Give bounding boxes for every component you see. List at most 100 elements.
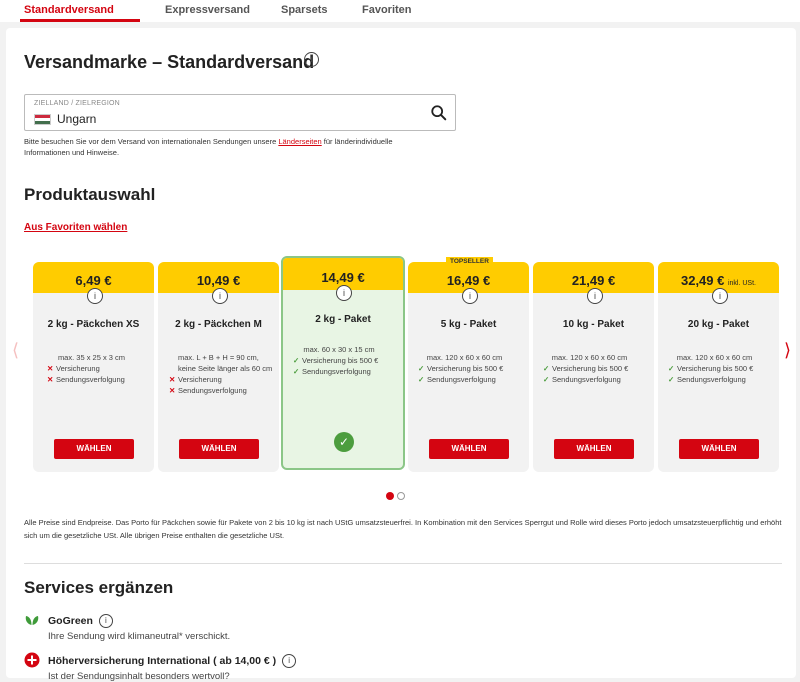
check-icon: ✓ <box>543 375 550 384</box>
product-name: 2 kg - Päckchen XS <box>47 319 140 330</box>
info-icon[interactable]: i <box>212 288 228 304</box>
product-dims: max. 35 x 25 x 3 cm <box>57 353 126 362</box>
select-button[interactable]: WÄHLEN <box>554 439 634 459</box>
check-icon: ✓ <box>293 356 300 365</box>
hungary-flag-icon <box>34 114 51 125</box>
destination-hint: Bitte besuchen Sie vor dem Versand von i… <box>24 136 424 158</box>
service-title: GoGreen i <box>48 614 113 628</box>
product-name: 5 kg - Paket <box>440 319 497 330</box>
product-features: max. 60 x 30 x 15 cm ✓ Versicherung bis 5… <box>293 344 397 377</box>
info-icon[interactable]: i <box>712 288 728 304</box>
page-title: Versandmarke – Standardversand <box>24 52 315 72</box>
service-desc: Ist der Sendungsinhalt besonders wertvol… <box>48 671 230 682</box>
check-icon: ✓ <box>418 364 425 373</box>
destination-label: ZIELLAND / ZIELREGION <box>34 100 120 107</box>
carousel-prev-icon[interactable]: ⟨ <box>12 340 19 361</box>
product-features: max. L + B + H = 90 cm, keine Seite läng… <box>169 352 273 396</box>
product-features: max. 120 x 60 x 60 cm ✓ Versicherung bis … <box>543 352 648 385</box>
topseller-badge: TOPSELLER <box>446 257 493 266</box>
service-desc: Ihre Sendung wird klimaneutral* verschic… <box>48 631 231 642</box>
search-icon[interactable] <box>430 104 448 122</box>
destination-input[interactable] <box>57 112 417 126</box>
product-dims: max. 120 x 60 x 60 cm <box>676 353 753 362</box>
product-dims: max. 120 x 60 x 60 cm <box>426 353 503 362</box>
feature-item: ✓ Versicherung bis 500 € <box>543 364 629 373</box>
feature-item: ✓ Versicherung bis 500 € <box>418 364 504 373</box>
product-features: max. 120 x 60 x 60 cm ✓ Versicherung bis … <box>668 352 773 385</box>
feature-item: ✕ Versicherung <box>47 364 100 373</box>
plus-circle-icon[interactable] <box>24 652 40 668</box>
carousel-dot[interactable] <box>397 492 405 500</box>
product-name: 2 kg - Päckchen M <box>175 319 262 330</box>
check-icon: ✓ <box>418 375 425 384</box>
price-note: Alle Preise sind Endpreise. Das Porto fü… <box>24 518 782 540</box>
selected-check-icon: ✓ <box>334 432 354 452</box>
product-dims: max. 60 x 30 x 15 cm <box>303 345 375 354</box>
select-button[interactable]: WÄHLEN <box>679 439 759 459</box>
laenderseiten-link[interactable]: Länderseiten <box>278 137 321 146</box>
cross-icon: ✕ <box>169 386 176 395</box>
feature-item: ✕ Versicherung <box>169 375 222 384</box>
product-price: 32,49 € inkl. USt. <box>680 273 756 288</box>
services-title: Services ergänzen <box>24 578 174 597</box>
cross-icon: ✕ <box>169 375 176 384</box>
select-button[interactable]: WÄHLEN <box>54 439 134 459</box>
tab-favoriten[interactable]: Favoriten <box>362 4 412 16</box>
info-icon[interactable]: i <box>282 654 297 668</box>
product-section-title: Produktauswahl <box>24 185 156 204</box>
product-card[interactable]: 10,49 € i 2 kg - Päckchen M max. L + B +… <box>158 262 279 472</box>
product-name: 2 kg - Paket <box>315 314 371 325</box>
feature-item: ✕ Sendungsverfolgung <box>47 375 125 384</box>
select-button[interactable]: WÄHLEN <box>429 439 509 459</box>
service-title: Höherversicherung International ( ab 14,… <box>48 654 297 668</box>
main-panel: Versandmarke – Standardversand i ZIELLAN… <box>6 28 796 682</box>
cross-icon: ✕ <box>47 375 54 384</box>
product-name: 10 kg - Paket <box>562 319 625 330</box>
cross-icon: ✕ <box>47 364 54 373</box>
product-price: 16,49 € <box>446 273 491 288</box>
tab-sparsets[interactable]: Sparsets <box>281 4 327 16</box>
check-icon: ✓ <box>543 364 550 373</box>
hint-text: Bitte besuchen Sie vor dem Versand von i… <box>24 137 279 146</box>
check-icon: ✓ <box>293 367 300 376</box>
active-tab-indicator <box>20 19 140 22</box>
info-icon[interactable]: i <box>462 288 478 304</box>
info-icon[interactable]: i <box>87 288 103 304</box>
feature-item: ✓ Sendungsverfolgung <box>293 367 371 376</box>
product-price: 21,49 € <box>571 273 616 288</box>
product-card-selected[interactable]: 14,49 € i 2 kg - Paket max. 60 x 30 x 15… <box>281 256 405 470</box>
info-icon[interactable]: i <box>98 614 113 628</box>
product-card[interactable]: 32,49 € inkl. USt. i 20 kg - Paket max. … <box>658 262 779 472</box>
select-button[interactable]: WÄHLEN <box>179 439 259 459</box>
info-icon[interactable]: i <box>587 288 603 304</box>
destination-field[interactable]: ZIELLAND / ZIELREGION <box>24 94 456 131</box>
feature-item: ✓ Sendungsverfolgung <box>668 375 746 384</box>
divider <box>24 563 782 564</box>
favorites-link[interactable]: Aus Favoriten wählen <box>24 222 127 233</box>
product-card[interactable]: 6,49 € i 2 kg - Päckchen XS max. 35 x 25… <box>33 262 154 472</box>
carousel-pagination <box>386 487 408 505</box>
price-suffix: inkl. USt. <box>727 280 756 287</box>
check-icon: ✓ <box>668 375 675 384</box>
tab-standardversand[interactable]: Standardversand <box>24 4 114 16</box>
leaf-icon <box>25 616 39 625</box>
feature-item: ✓ Versicherung bis 500 € <box>293 356 379 365</box>
product-price: 6,49 € <box>75 273 112 288</box>
product-dims: max. L + B + H = 90 cm, keine Seite läng… <box>178 353 273 373</box>
feature-item: ✓ Sendungsverfolgung <box>543 375 621 384</box>
product-card[interactable]: TOPSELLER 16,49 € i 5 kg - Paket max. 12… <box>408 257 529 472</box>
product-features: max. 120 x 60 x 60 cm ✓ Versicherung bis … <box>418 352 523 385</box>
info-icon[interactable]: i <box>304 52 319 67</box>
product-name: 20 kg - Paket <box>687 319 750 330</box>
feature-item: ✓ Versicherung bis 500 € <box>668 364 754 373</box>
product-price: 10,49 € <box>196 273 241 288</box>
info-icon[interactable]: i <box>336 285 352 301</box>
tab-expressversand[interactable]: Expressversand <box>165 4 250 16</box>
product-price: 14,49 € <box>321 270 365 285</box>
carousel-dot-active[interactable] <box>386 492 394 500</box>
carousel-next-icon[interactable]: ⟩ <box>784 340 791 361</box>
product-card[interactable]: 21,49 € i 10 kg - Paket max. 120 x 60 x … <box>533 262 654 472</box>
check-icon: ✓ <box>668 364 675 373</box>
feature-item: ✕ Sendungsverfolgung <box>169 386 247 395</box>
feature-item: ✓ Sendungsverfolgung <box>418 375 496 384</box>
